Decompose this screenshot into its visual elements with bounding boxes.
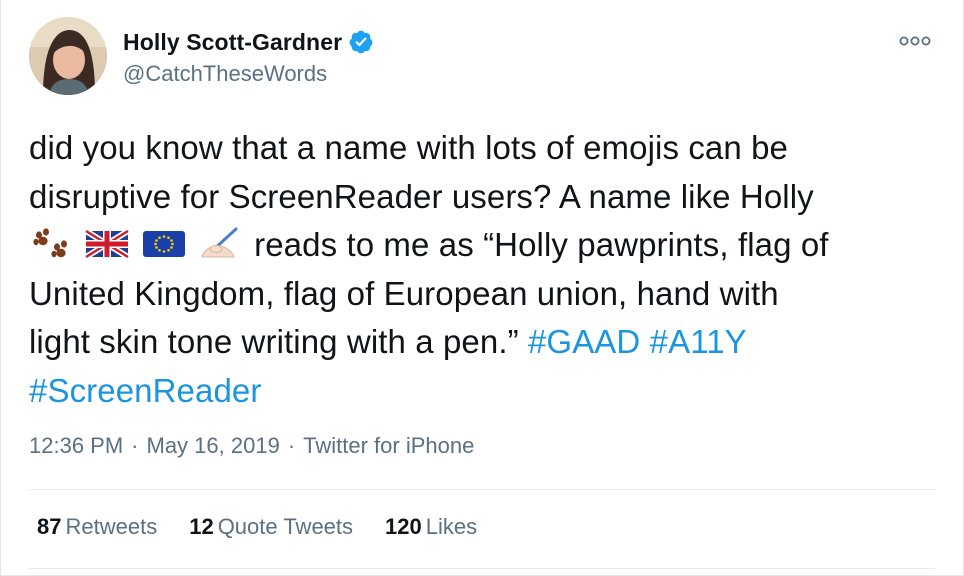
likes-count: 120 — [385, 514, 422, 539]
meta-separator: · — [131, 433, 139, 458]
retweets-label: Retweets — [65, 514, 158, 539]
hashtag-screenreader[interactable]: #ScreenReader — [29, 372, 261, 409]
tweet-line: did you know that a name with lots of em… — [29, 129, 789, 166]
more-options-icon[interactable] — [895, 29, 935, 53]
retweets-stat[interactable]: 87 Retweets — [37, 514, 157, 540]
author-display-name[interactable]: Holly Scott-Gardner — [123, 29, 342, 56]
paw-prints-emoji-icon — [33, 228, 67, 258]
tweet-header: Holly Scott-Gardner @CatchTheseWords — [29, 17, 943, 101]
quote-tweets-stat[interactable]: 12 Quote Tweets — [189, 514, 353, 540]
divider — [29, 489, 935, 490]
display-name-row: Holly Scott-Gardner — [123, 27, 374, 57]
likes-stat[interactable]: 120 Likes — [385, 514, 477, 540]
tweet-line-with-emojis: reads to me as “Holly pawprints, flag of — [29, 221, 929, 270]
engagement-stats: 87 Retweets 12 Quote Tweets 120 Likes — [37, 514, 477, 540]
author-names: Holly Scott-Gardner @CatchTheseWords — [123, 27, 374, 87]
tweet-line: disruptive for ScreenReader users? A nam… — [29, 177, 814, 215]
tweet-meta: 12:36 PM · May 16, 2019 · Twitter for iP… — [29, 433, 474, 459]
tweet-line-hashtag: #ScreenReader — [29, 367, 929, 416]
tweet-time[interactable]: 12:36 PM — [29, 433, 123, 459]
tweet-card: Holly Scott-Gardner @CatchTheseWords did… — [0, 0, 964, 576]
verified-badge-icon — [349, 30, 373, 54]
tweet-source[interactable]: Twitter for iPhone — [303, 433, 474, 459]
avatar[interactable] — [29, 17, 107, 95]
tweet-line: reads to me as “Holly pawprints, flag of — [254, 226, 829, 263]
meta-separator: · — [287, 433, 296, 458]
writing-hand-emoji-icon — [201, 227, 238, 258]
tweet-date[interactable]: May 16, 2019 — [147, 433, 280, 459]
quote-tweets-count: 12 — [189, 514, 214, 539]
retweets-count: 87 — [37, 514, 62, 539]
tweet-line-with-hashtags: light skin tone writing with a pen.” #GA… — [29, 318, 929, 367]
tweet-text: did you know that a name with lots of em… — [29, 124, 929, 415]
quote-tweets-label: Quote Tweets — [217, 514, 354, 539]
uk-flag-emoji-icon — [85, 228, 130, 260]
tweet-line: United Kingdom, flag of European union, … — [29, 274, 779, 312]
hashtag-a11y[interactable]: #A11Y — [650, 323, 747, 360]
eu-flag-emoji-icon — [142, 231, 185, 257]
tweet-line: light skin tone writing with a pen.” — [29, 323, 519, 360]
author-handle[interactable]: @CatchTheseWords — [123, 61, 374, 87]
hashtag-gaad[interactable]: #GAAD — [528, 323, 640, 360]
divider — [29, 568, 935, 569]
likes-label: Likes — [425, 514, 478, 539]
